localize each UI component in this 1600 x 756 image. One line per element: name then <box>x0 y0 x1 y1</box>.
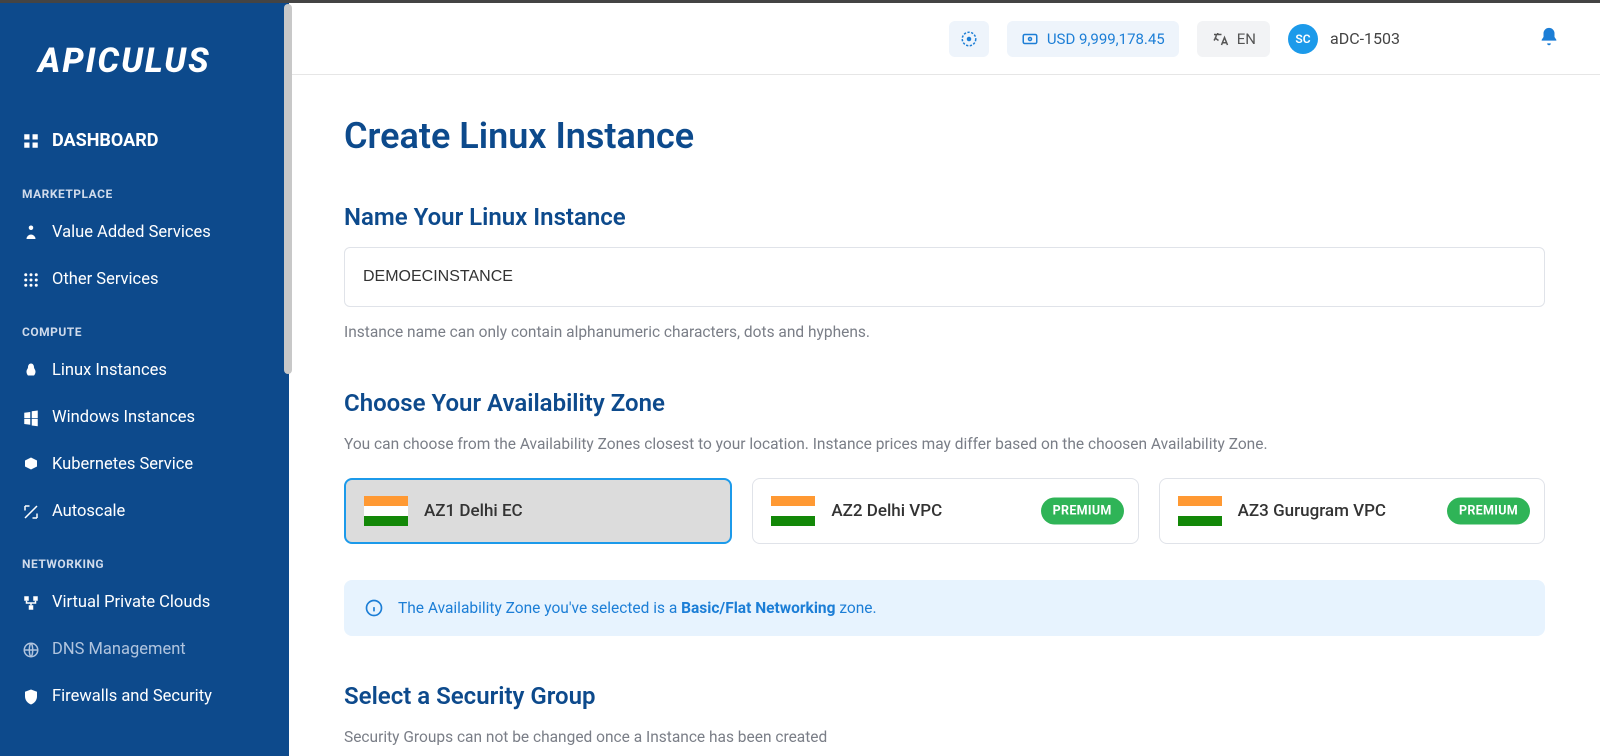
user-menu[interactable]: SC aDC-1503 <box>1288 24 1400 54</box>
notifications-button[interactable] <box>1538 26 1560 52</box>
sidebar-label: Windows Instances <box>52 408 195 427</box>
flag-india-icon <box>771 496 815 526</box>
az-label: AZ1 Delhi EC <box>424 501 523 521</box>
bell-icon <box>1538 26 1560 48</box>
sidebar-item-windows[interactable]: Windows Instances <box>0 394 289 441</box>
dashboard-icon <box>22 132 52 150</box>
sidebar-label: DASHBOARD <box>52 130 158 151</box>
az-hint: You can choose from the Availability Zon… <box>344 433 1545 455</box>
az-card-1[interactable]: AZ1 Delhi EC <box>344 478 732 544</box>
main: USD 9,999,178.45 EN SC aDC-1503 Create L… <box>289 3 1600 756</box>
language-button[interactable]: EN <box>1197 21 1270 57</box>
instance-name-input[interactable] <box>344 247 1545 307</box>
sidebar-label: Kubernetes Service <box>52 455 193 474</box>
premium-badge: PREMIUM <box>1041 497 1124 524</box>
language-text: EN <box>1237 30 1256 48</box>
sidebar-scrollbar[interactable] <box>284 4 292 374</box>
grid-icon <box>22 271 52 289</box>
value-added-icon <box>22 224 52 242</box>
globe-icon <box>22 641 52 659</box>
az-card-3[interactable]: AZ3 Gurugram VPC PREMIUM <box>1159 478 1545 544</box>
az-info-banner: The Availability Zone you've selected is… <box>344 580 1545 636</box>
linux-icon <box>22 362 52 380</box>
name-section-heading: Name Your Linux Instance <box>344 203 1545 231</box>
sidebar-item-kubernetes[interactable]: Kubernetes Service <box>0 441 289 488</box>
info-icon <box>364 598 384 618</box>
shield-icon <box>22 688 52 706</box>
content: Create Linux Instance Name Your Linux In… <box>289 75 1600 756</box>
section-networking: NETWORKING <box>0 535 289 579</box>
section-marketplace: MARKETPLACE <box>0 165 289 209</box>
az-options: AZ1 Delhi EC AZ2 Delhi VPC PREMIUM AZ3 G… <box>344 478 1545 544</box>
sg-section-heading: Select a Security Group <box>344 682 1545 710</box>
az-label: AZ3 Gurugram VPC <box>1238 501 1386 521</box>
topbar: USD 9,999,178.45 EN SC aDC-1503 <box>289 3 1600 75</box>
region-button[interactable] <box>949 21 989 57</box>
sidebar-label: DNS Management <box>52 640 186 659</box>
sidebar: APICULUS DASHBOARD MARKETPLACE Value Add… <box>0 3 289 756</box>
flag-india-icon <box>364 496 408 526</box>
sidebar-label: Autoscale <box>52 502 125 521</box>
brand-logo: APICULUS <box>0 21 289 116</box>
windows-icon <box>22 409 52 427</box>
instance-name-hint: Instance name can only contain alphanume… <box>344 321 1545 343</box>
autoscale-icon <box>22 503 52 521</box>
sidebar-label: Firewalls and Security <box>52 687 212 706</box>
page-title: Create Linux Instance <box>344 115 1545 157</box>
sidebar-item-dashboard[interactable]: DASHBOARD <box>0 116 289 165</box>
sidebar-item-firewalls[interactable]: Firewalls and Security <box>0 673 289 720</box>
sidebar-item-other-services[interactable]: Other Services <box>0 256 289 303</box>
info-text: The Availability Zone you've selected is… <box>398 599 877 617</box>
az-section-heading: Choose Your Availability Zone <box>344 389 1545 417</box>
sidebar-label: Linux Instances <box>52 361 167 380</box>
az-card-2[interactable]: AZ2 Delhi VPC PREMIUM <box>752 478 1138 544</box>
sidebar-item-linux[interactable]: Linux Instances <box>0 347 289 394</box>
sidebar-item-dns[interactable]: DNS Management <box>0 626 289 673</box>
kubernetes-icon <box>22 456 52 474</box>
sidebar-label: Value Added Services <box>52 223 211 242</box>
premium-badge: PREMIUM <box>1447 497 1530 524</box>
balance-button[interactable]: USD 9,999,178.45 <box>1007 21 1179 57</box>
sidebar-item-autoscale[interactable]: Autoscale <box>0 488 289 535</box>
section-compute: COMPUTE <box>0 303 289 347</box>
balance-text: USD 9,999,178.45 <box>1047 30 1165 48</box>
sidebar-item-value-added[interactable]: Value Added Services <box>0 209 289 256</box>
sg-hint: Security Groups can not be changed once … <box>344 726 1545 748</box>
sidebar-label: Other Services <box>52 270 158 289</box>
sidebar-label: Virtual Private Clouds <box>52 593 210 612</box>
az-label: AZ2 Delhi VPC <box>831 501 942 521</box>
sidebar-item-vpc[interactable]: Virtual Private Clouds <box>0 579 289 626</box>
flag-india-icon <box>1178 496 1222 526</box>
avatar: SC <box>1288 24 1318 54</box>
network-icon <box>22 594 52 612</box>
username: aDC-1503 <box>1330 29 1400 48</box>
